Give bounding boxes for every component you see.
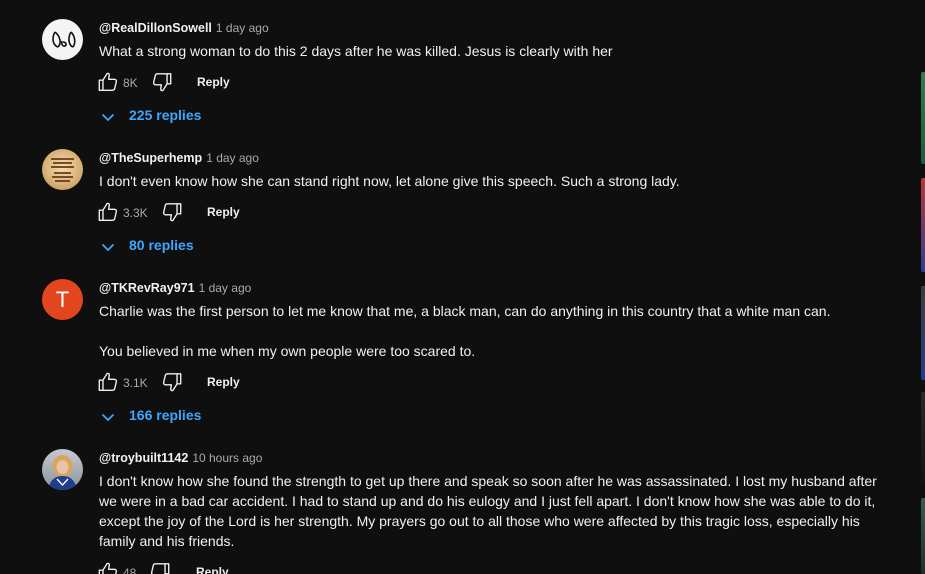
avatar[interactable]: T (42, 279, 83, 320)
reply-button[interactable]: Reply (196, 565, 229, 574)
comment-actions: 3.3K Reply (97, 201, 357, 225)
hemp-badge-icon (51, 158, 74, 182)
comment-timestamp[interactable]: 1 day ago (199, 281, 252, 295)
comment-timestamp[interactable]: 1 day ago (216, 21, 269, 35)
comment-actions: 8K Reply (97, 71, 357, 95)
avatar[interactable] (42, 149, 83, 190)
comment-author[interactable]: @troybuilt1142 (99, 451, 188, 465)
chevron-down-icon (101, 413, 115, 422)
dislike-button[interactable] (149, 561, 171, 574)
thumb-down-outline-icon (150, 563, 170, 574)
dislike-button[interactable] (161, 201, 183, 223)
replies-count: 225 replies (129, 107, 202, 123)
comment-author[interactable]: @TheSuperhemp (99, 151, 202, 165)
comment-text: Charlie was the first person to let me k… (99, 301, 894, 361)
related-video-thumbnail[interactable] (921, 392, 925, 486)
comment-header: @TKRevRay971 1 day ago (99, 280, 251, 296)
comment-header: @TheSuperhemp 1 day ago (99, 150, 259, 166)
thumb-down-outline-icon (162, 203, 182, 222)
dislike-button[interactable] (161, 371, 183, 393)
avatar[interactable] (42, 19, 83, 60)
avatar[interactable] (42, 449, 83, 490)
comment-paragraph: Charlie was the first person to let me k… (99, 303, 831, 319)
thumb-down-outline-icon (162, 373, 182, 392)
comment-text: I don't even know how she can stand righ… (99, 171, 894, 191)
thumb-up-outline-icon (98, 562, 118, 574)
reply-button[interactable]: Reply (197, 75, 230, 89)
related-video-thumbnail[interactable] (921, 498, 925, 574)
chevron-down-icon (101, 113, 115, 122)
replies-count: 80 replies (129, 237, 194, 253)
related-video-thumbnail[interactable] (921, 72, 925, 164)
profile-photo-icon (48, 455, 77, 490)
comment-actions: 3.1K Reply (97, 371, 357, 395)
comment-author[interactable]: @RealDillonSowell (99, 21, 212, 35)
like-button[interactable] (97, 371, 119, 393)
dislike-button[interactable] (151, 71, 173, 93)
thumb-up-outline-icon (98, 72, 118, 91)
like-count: 48 (123, 566, 137, 574)
comment-author[interactable]: @TKRevRay971 (99, 281, 195, 295)
thumb-up-outline-icon (98, 372, 118, 391)
comments-panel: @RealDillonSowell 1 day ago What a strong… (0, 0, 925, 574)
avatar-letter: T (55, 286, 70, 312)
comment-text: What a strong woman to do this 2 days af… (99, 41, 894, 61)
thumb-down-outline-icon (152, 73, 172, 92)
like-button[interactable] (97, 71, 119, 93)
like-button[interactable] (97, 561, 119, 574)
related-video-thumbnail[interactable] (921, 178, 925, 272)
chevron-down-icon (101, 243, 115, 252)
replies-count: 166 replies (129, 407, 202, 423)
comment-paragraph: You believed in me when my own people we… (99, 343, 476, 359)
like-count: 8K (123, 76, 138, 90)
comment-header: @RealDillonSowell 1 day ago (99, 20, 269, 36)
comment-timestamp[interactable]: 1 day ago (206, 151, 259, 165)
like-count: 3.3K (123, 206, 148, 220)
reply-button[interactable]: Reply (207, 205, 240, 219)
dillon-logo-icon (52, 31, 76, 48)
like-button[interactable] (97, 201, 119, 223)
like-count: 3.1K (123, 376, 148, 390)
thumb-up-outline-icon (98, 202, 118, 221)
comment-timestamp[interactable]: 10 hours ago (192, 451, 262, 465)
comment-header: @troybuilt1142 10 hours ago (99, 450, 262, 466)
comment-paragraph: I don't even know how she can stand righ… (99, 173, 680, 189)
comment-actions: 48 Reply (97, 561, 357, 574)
related-video-thumbnail[interactable] (921, 286, 925, 380)
reply-button[interactable]: Reply (207, 375, 240, 389)
comment-paragraph: I don't know how she found the strength … (99, 473, 877, 549)
comment-text: I don't know how she found the strength … (99, 471, 894, 551)
comment-paragraph: What a strong woman to do this 2 days af… (99, 43, 613, 59)
